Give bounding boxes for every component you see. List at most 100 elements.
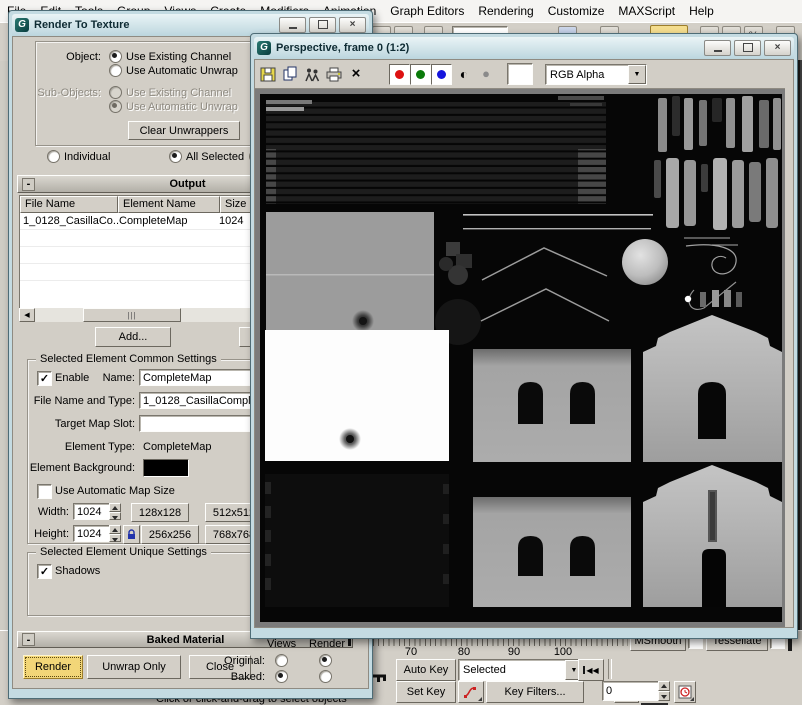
- menu-item-graph-editors[interactable]: Graph Editors: [383, 4, 471, 18]
- element-background-swatch[interactable]: [143, 459, 189, 477]
- object-use-existing-radio[interactable]: [109, 50, 122, 63]
- set-key-label: Set Key: [407, 686, 446, 698]
- lock-aspect-button[interactable]: [123, 525, 140, 544]
- divider: [608, 659, 612, 679]
- default-tangent-button[interactable]: [458, 681, 484, 703]
- maximize-icon: [743, 43, 753, 52]
- set-key-button[interactable]: Set Key: [396, 681, 456, 703]
- object-label: Object:: [33, 51, 101, 63]
- red-channel-toggle[interactable]: [389, 64, 410, 85]
- blue-channel-toggle[interactable]: [431, 64, 452, 85]
- collapse-icon[interactable]: -: [22, 178, 35, 191]
- alpha-channel-toggle[interactable]: ◐: [455, 64, 473, 83]
- file-name-type-label: File Name and Type:: [17, 395, 135, 407]
- green-channel-icon: [416, 70, 425, 79]
- add-element-button[interactable]: Add...: [95, 327, 171, 347]
- original-label: Original:: [213, 655, 265, 667]
- go-to-start-button[interactable]: ◀◀: [578, 659, 604, 681]
- element-background-label: Element Background:: [27, 462, 135, 474]
- green-channel-toggle[interactable]: [410, 64, 431, 85]
- target-map-slot-label: Target Map Slot:: [39, 418, 135, 430]
- column-file-name[interactable]: File Name: [20, 196, 118, 213]
- height-field[interactable]: [73, 525, 113, 542]
- vfb-toolbar: × ◐ ● RGB Alpha ▼: [255, 60, 785, 89]
- clear-button[interactable]: ×: [347, 64, 365, 82]
- render-column-label: Render: [309, 638, 345, 650]
- menu-item-maxscript[interactable]: MAXScript: [611, 4, 682, 18]
- channel-display-dropdown[interactable]: RGB Alpha ▼: [545, 64, 647, 85]
- render-button[interactable]: Render: [23, 655, 83, 679]
- unique-settings-title: Selected Element Unique Settings: [36, 546, 211, 558]
- auto-key-button[interactable]: Auto Key: [396, 659, 456, 681]
- height-spinner[interactable]: [109, 525, 121, 542]
- original-render-radio[interactable]: [319, 654, 332, 667]
- individual-radio[interactable]: [47, 150, 60, 163]
- cell-element-name: CompleteMap: [119, 215, 219, 227]
- render-label: Render: [35, 661, 71, 673]
- width-label: Width:: [31, 506, 69, 518]
- all-selected-radio[interactable]: [169, 150, 182, 163]
- shadows-checkbox[interactable]: ✓: [37, 564, 52, 579]
- width-field[interactable]: [73, 503, 113, 520]
- frame-spinner[interactable]: [658, 681, 670, 701]
- use-automatic-map-size-label: Use Automatic Map Size: [55, 485, 175, 497]
- rewind-icon: ◀◀: [586, 666, 598, 675]
- vfb-title-bar[interactable]: G Perspective, frame 0 (1:2) ×: [254, 37, 794, 59]
- channels-button[interactable]: [303, 65, 321, 83]
- size-128-button[interactable]: 128x128: [131, 503, 189, 522]
- minimize-icon: [289, 27, 297, 29]
- baked-render-radio[interactable]: [319, 670, 332, 683]
- menu-item-customize[interactable]: Customize: [541, 4, 612, 18]
- scrollbar-thumb[interactable]: |||: [83, 308, 181, 322]
- color-swatch[interactable]: [507, 63, 533, 85]
- timeline-tick-90: 90: [501, 646, 527, 658]
- chevron-down-icon[interactable]: ▼: [628, 65, 646, 84]
- minimize-button[interactable]: [279, 17, 306, 33]
- timeline-ruler[interactable]: [352, 639, 628, 646]
- element-type-label: Element Type:: [53, 441, 135, 453]
- column-element-name[interactable]: Element Name: [118, 196, 220, 213]
- rtt-window-title: Render To Texture: [34, 19, 130, 31]
- key-filters-button[interactable]: Key Filters...: [486, 681, 584, 703]
- vfb-window-title: Perspective, frame 0 (1:2): [276, 42, 409, 54]
- unwrap-only-button[interactable]: Unwrap Only: [87, 655, 181, 679]
- common-settings-title: Selected Element Common Settings: [36, 353, 221, 365]
- clear-icon: ×: [352, 65, 361, 82]
- close-button[interactable]: ×: [339, 17, 366, 33]
- maximize-button[interactable]: [734, 40, 761, 56]
- timeline-tick-80: 80: [451, 646, 477, 658]
- clear-unwrappers-label: Clear Unwrappers: [140, 125, 229, 137]
- enable-checkbox[interactable]: ✓: [37, 371, 52, 386]
- monochrome-toggle[interactable]: ●: [477, 64, 495, 83]
- object-use-auto-radio[interactable]: [109, 64, 122, 77]
- menu-item-help[interactable]: Help: [682, 4, 721, 18]
- minimize-button[interactable]: [704, 40, 731, 56]
- scroll-left-button[interactable]: ◀: [19, 308, 35, 322]
- subobjects-use-existing-label: Use Existing Channel: [126, 87, 231, 99]
- maximize-button[interactable]: [309, 17, 336, 33]
- alpha-channel-icon: ◐: [460, 66, 468, 82]
- time-configuration-icon: [678, 685, 692, 699]
- menu-item-rendering[interactable]: Rendering: [471, 4, 540, 18]
- size-256-button[interactable]: 256x256: [141, 525, 199, 544]
- collapse-icon[interactable]: -: [22, 633, 35, 646]
- print-button[interactable]: [325, 65, 343, 83]
- baked-views-radio[interactable]: [275, 670, 288, 683]
- clone-window-button[interactable]: [281, 65, 299, 83]
- use-automatic-map-size-checkbox[interactable]: [37, 484, 52, 499]
- width-spinner[interactable]: [109, 503, 121, 520]
- blue-channel-icon: [437, 70, 446, 79]
- render-canvas[interactable]: [255, 89, 785, 627]
- max-logo-icon: G: [15, 18, 29, 32]
- all-selected-label: All Selected: [186, 151, 244, 163]
- save-bitmap-button[interactable]: [259, 65, 277, 83]
- printer-icon: [326, 67, 342, 82]
- element-name-field[interactable]: [139, 369, 257, 386]
- close-button[interactable]: ×: [764, 40, 791, 56]
- current-frame-field[interactable]: [602, 681, 660, 701]
- key-selection-dropdown[interactable]: Selected ▼: [458, 659, 584, 681]
- original-views-radio[interactable]: [275, 654, 288, 667]
- clear-unwrappers-button[interactable]: Clear Unwrappers: [128, 121, 240, 140]
- save-icon: [260, 67, 276, 82]
- time-configuration-button[interactable]: [674, 681, 696, 703]
